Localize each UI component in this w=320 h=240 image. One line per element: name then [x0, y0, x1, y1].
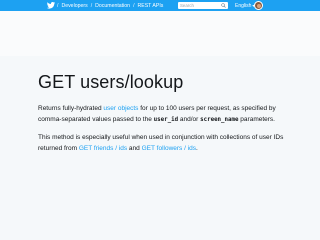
breadcrumb-rest-apis[interactable]: REST APIs	[138, 3, 164, 9]
breadcrumb-separator: /	[133, 2, 135, 9]
para2-text-2: and	[127, 145, 142, 152]
search-icon[interactable]	[221, 3, 226, 8]
description-paragraph-2: This method is especially useful when us…	[38, 132, 288, 154]
top-navigation-bar: / Developers / Documentation / REST APIs…	[0, 0, 320, 11]
user-avatar[interactable]	[254, 1, 263, 10]
header-band	[0, 11, 320, 56]
code-screen-name: screen_name	[200, 117, 239, 123]
breadcrumb-documentation[interactable]: Documentation	[95, 3, 130, 9]
page-title: GET users/lookup	[38, 72, 184, 92]
code-user-id: user_id	[153, 117, 179, 123]
para1-text-3: and/or	[178, 116, 201, 123]
breadcrumb: / Developers / Documentation / REST APIs	[57, 0, 163, 11]
description-paragraph-1: Returns fully-hydrated user objects for …	[38, 103, 288, 126]
search-placeholder: Search	[180, 3, 194, 8]
followers-ids-link[interactable]: GET followers / ids	[142, 145, 196, 152]
para1-text-4: parameters.	[238, 116, 275, 123]
para1-text-1: Returns fully-hydrated	[38, 105, 104, 112]
breadcrumb-separator: /	[57, 2, 59, 9]
para2-text-3: .	[196, 145, 198, 152]
search-input[interactable]: Search	[178, 2, 228, 9]
breadcrumb-separator: /	[90, 2, 93, 9]
language-label: English	[235, 3, 252, 9]
breadcrumb-developers[interactable]: Developers	[61, 3, 87, 9]
friends-ids-link[interactable]: GET friends / ids	[79, 145, 127, 152]
avatar-face	[257, 3, 261, 8]
twitter-bird-icon[interactable]	[46, 1, 56, 10]
user-objects-link[interactable]: user objects	[103, 105, 138, 112]
language-selector[interactable]: English▾	[235, 0, 254, 11]
